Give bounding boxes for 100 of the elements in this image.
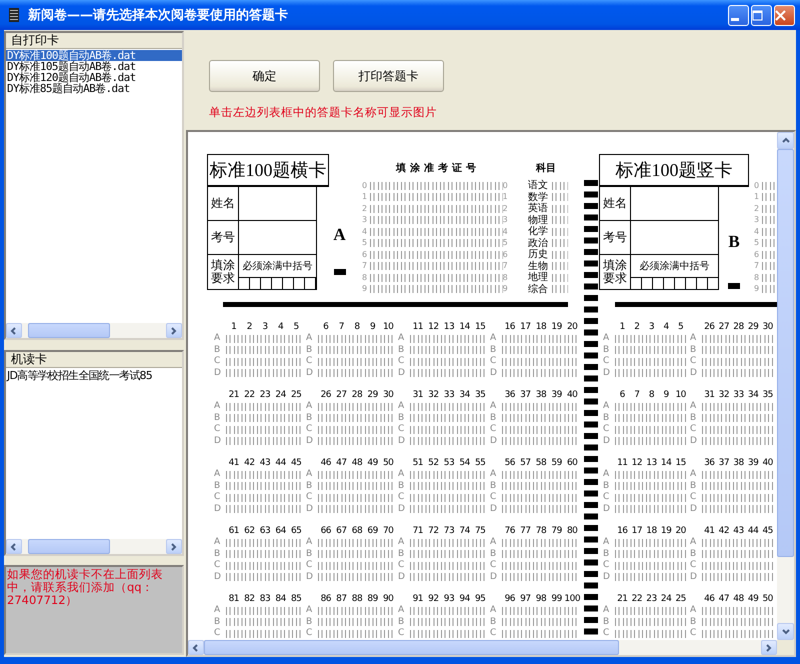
question-number: 3: [648, 321, 656, 333]
option-letter: C: [306, 628, 314, 640]
option-letter: A: [398, 537, 406, 548]
option-letter: C: [603, 628, 610, 640]
option-letter: B: [490, 412, 498, 424]
list-item[interactable]: DY标准85题自动AB卷.dat: [6, 83, 130, 94]
digit-label: 9: [362, 284, 368, 294]
digit-label: 5: [502, 238, 509, 248]
option-letter: D: [398, 436, 406, 447]
question-number: 92: [427, 593, 440, 605]
question-number: 98: [534, 593, 548, 605]
option-letter: B: [214, 344, 222, 356]
maximize-icon: [752, 10, 763, 20]
question-number: 22: [630, 593, 644, 605]
option-letter: C: [214, 628, 222, 640]
scroll-left-button[interactable]: [6, 539, 22, 554]
option-letter: D: [690, 368, 698, 379]
option-letter: B: [490, 480, 498, 492]
scroll-right-button[interactable]: [761, 640, 777, 655]
question-number: 29: [366, 389, 379, 401]
option-letter: C: [214, 492, 222, 504]
digit-label: 4: [502, 226, 509, 237]
push-button[interactable]: 确定: [209, 60, 320, 92]
minimize-icon: [730, 18, 738, 20]
question-number: 73: [442, 525, 456, 537]
scrollbar-thumb[interactable]: [28, 323, 110, 338]
question-number: 66: [320, 525, 332, 537]
digit-label: 8: [754, 272, 760, 283]
maximize-button[interactable]: [751, 4, 772, 26]
question-number: 31: [703, 389, 716, 401]
question-number: 51: [412, 457, 424, 469]
question-number: 27: [335, 389, 348, 401]
question-number: 6: [618, 389, 626, 401]
question-number: 81: [228, 593, 240, 605]
digit-label: 0: [362, 180, 368, 191]
option-letter: D: [490, 436, 498, 447]
list-item[interactable]: DY标准120题自动AB卷.dat: [6, 72, 136, 83]
question-number: 7: [338, 321, 345, 333]
question-number: 27: [718, 321, 730, 333]
question-number: 10: [382, 321, 394, 333]
question-number: 14: [458, 321, 471, 333]
option-letter: C: [603, 560, 610, 572]
question-number: 30: [382, 389, 394, 401]
list-item[interactable]: DY标准105题自动AB卷.dat: [6, 61, 136, 72]
scroll-left-button[interactable]: [188, 640, 204, 655]
scroll-right-button[interactable]: [166, 539, 182, 554]
option-letter: B: [690, 480, 698, 492]
option-letter: A: [398, 605, 406, 616]
option-letter: B: [398, 480, 406, 492]
scrollbar-thumb[interactable]: [28, 539, 110, 554]
question-number: 28: [732, 321, 745, 333]
option-letter: B: [690, 412, 698, 424]
list-item[interactable]: DY标准100题自动AB卷.dat: [6, 50, 182, 61]
option-letter: C: [398, 424, 406, 436]
scroll-right-button[interactable]: [166, 323, 182, 338]
option-letter: D: [306, 436, 314, 447]
question-number: 48: [350, 457, 364, 469]
question-number: 36: [504, 389, 516, 401]
subject-label: 英语: [528, 203, 549, 214]
question-number: 33: [732, 389, 745, 401]
question-number: 65: [290, 525, 302, 537]
question-number: 28: [350, 389, 364, 401]
scroll-down-button[interactable]: [777, 623, 794, 640]
digit-label: 6: [754, 250, 760, 260]
question-number: 17: [630, 525, 644, 537]
question-number: 67: [335, 525, 348, 537]
scroll-left-button[interactable]: [6, 323, 22, 338]
question-number: 80: [566, 525, 578, 537]
question-number: 22: [243, 389, 256, 401]
question-number: 44: [746, 525, 760, 537]
digit-label: 9: [502, 284, 509, 294]
minimize-button[interactable]: [728, 4, 749, 26]
list-item[interactable]: JD高等学校招生全国统一考试85: [6, 369, 152, 383]
option-letter: D: [490, 572, 498, 583]
push-button[interactable]: 打印答题卡: [333, 60, 444, 92]
question-number: 94: [458, 593, 471, 605]
question-number: 19: [660, 525, 672, 537]
option-letter: A: [490, 469, 498, 480]
question-number: 40: [566, 389, 578, 401]
field-label: 考号: [208, 221, 239, 254]
close-button[interactable]: [774, 4, 795, 26]
option-letter: B: [214, 616, 222, 628]
question-number: 75: [474, 525, 486, 537]
option-letter: A: [398, 401, 406, 412]
scroll-up-button[interactable]: [777, 132, 794, 149]
question-number: 82: [243, 593, 256, 605]
subject-label: 物理: [528, 214, 549, 226]
option-letter: B: [690, 616, 698, 628]
question-number: 79: [550, 525, 563, 537]
option-letter: A: [490, 333, 498, 344]
option-letter: D: [306, 504, 314, 515]
scrollbar-thumb[interactable]: [204, 640, 619, 655]
option-letter: A: [214, 605, 222, 616]
hint-text: 单击左边列表框中的答题卡名称可显示图片: [209, 105, 438, 120]
option-letter: D: [214, 504, 222, 515]
question-number: 23: [645, 593, 658, 605]
question-number: 12: [630, 457, 644, 469]
question-number: 11: [616, 457, 629, 469]
option-letter: C: [398, 492, 406, 504]
fill-note: 必须涂满中括号: [638, 260, 710, 274]
